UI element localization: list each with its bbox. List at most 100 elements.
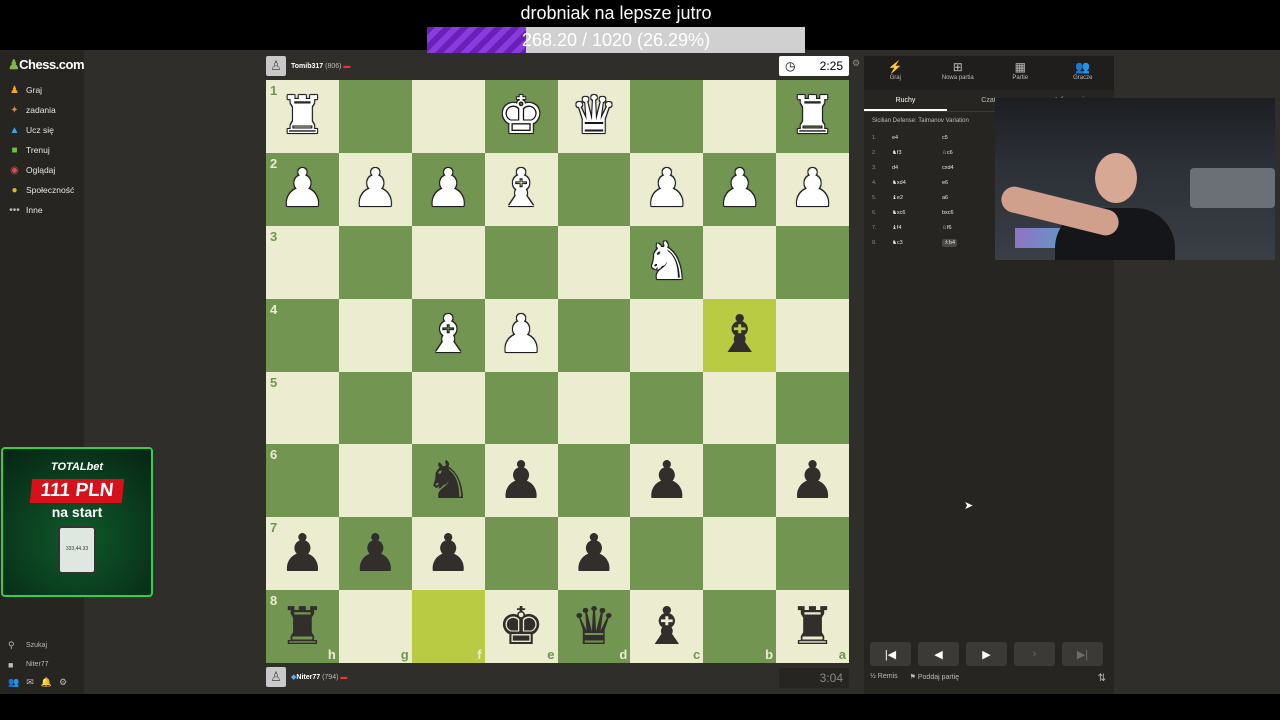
sidebar-item-more[interactable]: ••• Inne bbox=[8, 200, 74, 220]
board-square[interactable] bbox=[703, 517, 777, 591]
board-square[interactable] bbox=[703, 371, 777, 445]
board-square[interactable] bbox=[338, 80, 412, 153]
board-square[interactable] bbox=[338, 371, 412, 445]
black-move[interactable]: bxc6 bbox=[942, 210, 992, 216]
white-bishop-icon[interactable]: ♝ bbox=[498, 163, 545, 215]
white-pawn-icon[interactable]: ♟ bbox=[279, 163, 326, 215]
board-square[interactable] bbox=[338, 444, 412, 518]
board-square[interactable]: ♞ bbox=[411, 444, 485, 518]
settings-gear-icon[interactable]: ⚙ bbox=[59, 677, 67, 688]
white-move[interactable]: ♞f3 bbox=[892, 150, 942, 156]
board-square[interactable] bbox=[776, 298, 849, 372]
white-move[interactable]: ♝e2 bbox=[892, 195, 942, 201]
board-square[interactable] bbox=[776, 517, 849, 591]
board-square[interactable] bbox=[484, 371, 558, 445]
white-pawn-icon[interactable]: ♟ bbox=[789, 163, 836, 215]
board-square[interactable] bbox=[484, 225, 558, 299]
resign-button[interactable]: ⚑ Poddaj partię bbox=[910, 673, 960, 684]
black-move[interactable]: ♗b4 bbox=[942, 238, 992, 247]
board-settings-gear-icon[interactable]: ⚙ bbox=[852, 58, 860, 69]
white-move[interactable]: ♞xd4 bbox=[892, 180, 942, 186]
board-square[interactable]: f bbox=[411, 590, 485, 663]
board-square[interactable]: ♝ bbox=[484, 152, 558, 226]
board-square[interactable] bbox=[630, 371, 704, 445]
board-square[interactable] bbox=[411, 225, 485, 299]
board-square[interactable] bbox=[557, 298, 631, 372]
board-square[interactable] bbox=[557, 444, 631, 518]
board-square[interactable] bbox=[557, 152, 631, 226]
sidebar-item-watch[interactable]: ◉ Oglądaj bbox=[8, 160, 74, 180]
board-square[interactable]: ♟ bbox=[630, 444, 704, 518]
board-square[interactable] bbox=[411, 371, 485, 445]
board-square[interactable]: 2 ♟ bbox=[266, 152, 339, 226]
bottom-player-name[interactable]: Niter77 bbox=[296, 674, 320, 681]
sidebar-item-community[interactable]: ● Społeczność bbox=[8, 180, 74, 200]
white-rook-icon[interactable]: ♜ bbox=[279, 90, 326, 142]
white-move[interactable]: ♝f4 bbox=[892, 225, 942, 231]
white-pawn-icon[interactable]: ♟ bbox=[352, 163, 399, 215]
board-square[interactable]: ♟ bbox=[703, 152, 777, 226]
sidebar-item-play[interactable]: ♟ Graj bbox=[8, 80, 74, 100]
tab-players[interactable]: 👥 Gracze bbox=[1052, 56, 1115, 90]
board-square[interactable]: ♝ bbox=[703, 298, 777, 372]
black-queen-icon[interactable]: ♛ bbox=[571, 601, 618, 653]
white-knight-icon[interactable]: ♞ bbox=[644, 236, 691, 288]
board-square[interactable]: ♟ bbox=[411, 517, 485, 591]
play-button[interactable]: ▶ bbox=[966, 642, 1007, 666]
tab-games[interactable]: ▦ Partie bbox=[989, 56, 1052, 90]
board-square[interactable] bbox=[703, 444, 777, 518]
messages-icon[interactable]: ✉ bbox=[26, 677, 34, 688]
board-square[interactable] bbox=[776, 225, 849, 299]
board-square[interactable] bbox=[557, 371, 631, 445]
white-move[interactable]: ♞c3 bbox=[892, 240, 942, 246]
board-square[interactable]: 6 bbox=[266, 444, 339, 518]
black-king-icon[interactable]: ♚ bbox=[498, 601, 545, 653]
board-square[interactable] bbox=[703, 80, 777, 153]
first-move-button[interactable]: |◀ bbox=[870, 642, 911, 666]
totalbet-ad[interactable]: TOTALbet 111 PLN na start 333,44.33 bbox=[1, 447, 153, 597]
board-square[interactable]: 7 ♟ bbox=[266, 517, 339, 591]
black-pawn-icon[interactable]: ♟ bbox=[644, 455, 691, 507]
black-move[interactable]: cxd4 bbox=[942, 165, 992, 171]
white-pawn-icon[interactable]: ♟ bbox=[498, 309, 545, 361]
white-move[interactable]: d4 bbox=[892, 165, 942, 171]
board-square[interactable]: ♟ bbox=[411, 152, 485, 226]
black-knight-icon[interactable]: ♞ bbox=[425, 455, 472, 507]
board-square[interactable]: ♛ bbox=[557, 80, 631, 153]
black-pawn-icon[interactable]: ♟ bbox=[498, 455, 545, 507]
black-pawn-icon[interactable]: ♟ bbox=[425, 528, 472, 580]
board-square[interactable]: b bbox=[703, 590, 777, 663]
black-move[interactable]: e6 bbox=[942, 180, 992, 186]
black-rook-icon[interactable]: ♜ bbox=[279, 601, 326, 653]
board-square[interactable]: a ♜ bbox=[776, 590, 849, 663]
board-square[interactable]: ♟ bbox=[484, 298, 558, 372]
board-square[interactable] bbox=[630, 80, 704, 153]
black-move[interactable]: ♘f6 bbox=[942, 225, 992, 231]
tab-new-game[interactable]: ⊞ Nowa partia bbox=[927, 56, 990, 90]
board-square[interactable]: 3 bbox=[266, 225, 339, 299]
top-player-avatar[interactable]: ♙ bbox=[266, 56, 286, 76]
bottom-player-avatar[interactable]: ♙ bbox=[266, 667, 286, 687]
white-rook-icon[interactable]: ♜ bbox=[789, 90, 836, 142]
board-square[interactable]: ♚ bbox=[484, 80, 558, 153]
sidebar-item-puzzles[interactable]: ✦ zadania bbox=[8, 100, 74, 120]
board-square[interactable] bbox=[411, 80, 485, 153]
white-move[interactable]: e4 bbox=[892, 135, 942, 141]
white-pawn-icon[interactable]: ♟ bbox=[644, 163, 691, 215]
friends-icon[interactable]: 👥 bbox=[8, 677, 19, 688]
board-square[interactable] bbox=[484, 517, 558, 591]
sidebar-item-learn[interactable]: ▲ Ucz się bbox=[8, 120, 74, 140]
sidebar-item-train[interactable]: ■ Trenuj bbox=[8, 140, 74, 160]
white-bishop-icon[interactable]: ♝ bbox=[425, 309, 472, 361]
white-queen-icon[interactable]: ♛ bbox=[571, 90, 618, 142]
next-move-button[interactable]: › bbox=[1014, 642, 1055, 666]
draw-button[interactable]: ½ Remis bbox=[870, 673, 898, 684]
board-square[interactable] bbox=[338, 298, 412, 372]
black-bishop-icon[interactable]: ♝ bbox=[716, 309, 763, 361]
previous-move-button[interactable]: ◀ bbox=[918, 642, 959, 666]
board-square[interactable]: ♟ bbox=[338, 517, 412, 591]
black-move[interactable]: ♘c6 bbox=[942, 150, 992, 156]
board-square[interactable]: g bbox=[338, 590, 412, 663]
board-square[interactable]: ♟ bbox=[338, 152, 412, 226]
black-pawn-icon[interactable]: ♟ bbox=[789, 455, 836, 507]
